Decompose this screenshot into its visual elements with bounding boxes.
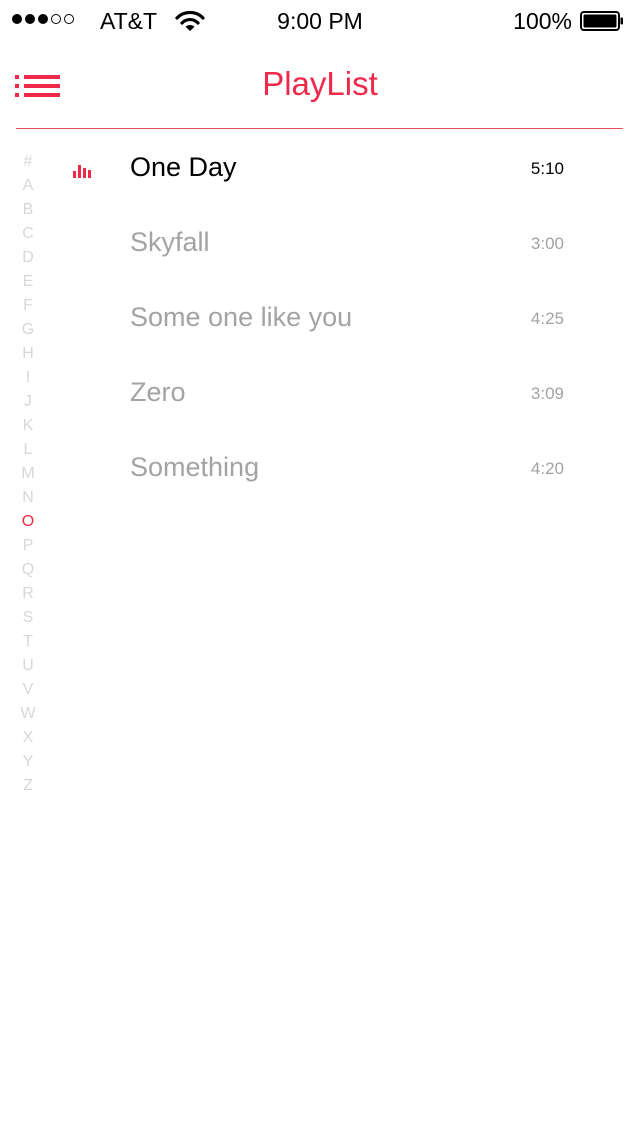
- header-divider: [16, 128, 623, 129]
- page-title: PlayList: [262, 65, 378, 102]
- index-letter[interactable]: M: [14, 462, 42, 486]
- index-letter[interactable]: I: [14, 366, 42, 390]
- song-duration: 4:20: [530, 459, 564, 478]
- index-letter[interactable]: G: [14, 318, 42, 342]
- song-title: One Day: [130, 152, 237, 182]
- battery-percentage: 100%: [513, 8, 572, 34]
- song-duration: 3:09: [530, 384, 564, 403]
- song-list: One Day 5:10 Skyfall 3:00 Some one like you 4…: [70, 130, 590, 505]
- index-letter[interactable]: H: [14, 342, 42, 366]
- index-letter[interactable]: #: [14, 150, 42, 174]
- index-letter[interactable]: L: [14, 438, 42, 462]
- song-title: Skyfall: [130, 227, 210, 257]
- index-letter[interactable]: N: [14, 486, 42, 510]
- battery-icon: [580, 11, 623, 31]
- index-letter[interactable]: E: [14, 270, 42, 294]
- song-duration: 3:00: [530, 234, 564, 253]
- index-letter[interactable]: D: [14, 246, 42, 270]
- song-title: Something: [130, 452, 260, 482]
- song-row[interactable]: One Day 5:10: [70, 130, 590, 205]
- index-letter[interactable]: V: [14, 678, 42, 702]
- index-letter[interactable]: Z: [14, 774, 42, 798]
- index-letter[interactable]: X: [14, 726, 42, 750]
- index-letter[interactable]: O: [14, 510, 42, 534]
- index-letter[interactable]: R: [14, 582, 42, 606]
- index-letter[interactable]: Q: [14, 558, 42, 582]
- index-letter[interactable]: K: [14, 414, 42, 438]
- song-row[interactable]: Something 4:20: [70, 430, 590, 505]
- index-letter[interactable]: T: [14, 630, 42, 654]
- song-row[interactable]: Skyfall 3:00: [70, 205, 590, 280]
- now-playing-icon: [73, 165, 91, 178]
- index-letter[interactable]: C: [14, 222, 42, 246]
- alphabet-index[interactable]: # A B C D E F G H I J K L M N O P Q R S T U V W X Y Z: [14, 150, 42, 798]
- index-letter[interactable]: U: [14, 654, 42, 678]
- song-duration: 4:25: [530, 309, 564, 328]
- index-letter[interactable]: A: [14, 174, 42, 198]
- song-row[interactable]: Zero 3:09: [70, 355, 590, 430]
- index-letter[interactable]: J: [14, 390, 42, 414]
- index-letter[interactable]: S: [14, 606, 42, 630]
- index-letter[interactable]: P: [14, 534, 42, 558]
- index-letter[interactable]: F: [14, 294, 42, 318]
- song-title: Zero: [130, 377, 186, 407]
- status-bar: AT&T 9:00 PM 100%: [0, 0, 640, 40]
- index-letter[interactable]: W: [14, 702, 42, 726]
- index-letter[interactable]: Y: [14, 750, 42, 774]
- song-title: Some one like you: [130, 302, 353, 332]
- song-duration: 5:10: [530, 159, 564, 178]
- index-letter[interactable]: B: [14, 198, 42, 222]
- song-row[interactable]: Some one like you 4:25: [70, 280, 590, 355]
